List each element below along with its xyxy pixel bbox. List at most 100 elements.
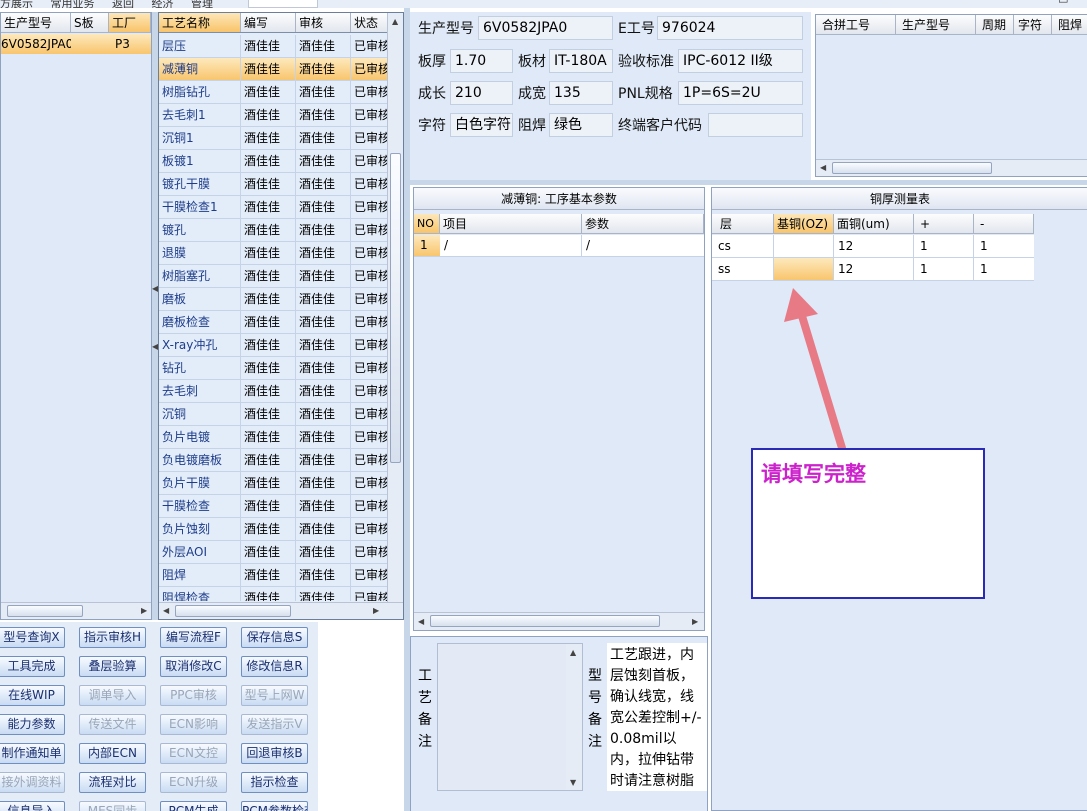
scroll-thumb[interactable] [832,162,992,174]
rollback-review-button[interactable]: 回退审核B [241,743,308,764]
process-row[interactable]: 干膜检查 酒佳佳 酒佳佳 已审核 [159,495,389,518]
length-field[interactable]: 210 [450,81,513,105]
section-splitter[interactable] [410,180,1087,185]
menu-search-box[interactable] [248,0,318,8]
menu-item[interactable]: 管理 [191,0,213,8]
col-writer[interactable]: 编写 [241,13,296,32]
scroll-up-icon[interactable]: ▲ [392,17,398,27]
process-row[interactable]: 磨板 酒佳佳 酒佳佳 已审核 [159,288,389,311]
process-row[interactable]: 负片干膜 酒佳佳 酒佳佳 已审核 [159,472,389,495]
base-copper-cell-active[interactable] [774,258,834,280]
process-row[interactable]: 外层AOI 酒佳佳 酒佳佳 已审核 [159,541,389,564]
col-combine-mask[interactable]: 阻焊 [1052,15,1087,34]
notes-vscroll[interactable]: ▲ ▼ [566,644,582,790]
col-item[interactable]: 项目 [440,214,582,233]
process-row[interactable]: 沉铜 酒佳佳 酒佳佳 已审核 [159,403,389,426]
scroll-right-icon[interactable]: ▶ [373,606,379,616]
process-row[interactable]: 去毛刺 酒佳佳 酒佳佳 已审核 [159,380,389,403]
col-status[interactable]: 状态 [351,13,389,32]
surface-copper-cell[interactable]: 12 [834,258,914,280]
online-wip-button[interactable]: 在线WIP [0,685,65,706]
model-list-hscroll[interactable]: ▶ [1,602,151,619]
scroll-right-icon[interactable]: ▶ [692,617,698,627]
receive-external-data-button[interactable]: 接外调资料 [0,772,65,793]
legend-field[interactable]: 白色字符 [450,113,513,137]
col-plus[interactable]: + [914,214,974,233]
scroll-right-icon[interactable]: ▶ [141,606,147,616]
process-row[interactable]: 负片蚀刻 酒佳佳 酒佳佳 已审核 [159,518,389,541]
minus-cell[interactable]: 1 [974,235,1034,257]
instruction-review-button[interactable]: 指示审核H [79,627,146,648]
menu-item[interactable]: 返回 [112,0,134,8]
pcm-generate-button[interactable]: PCM生成 [160,801,227,811]
surface-copper-cell[interactable]: 12 [834,235,914,257]
col-minus[interactable]: - [974,214,1034,233]
customer-field[interactable] [708,113,803,137]
process-row[interactable]: 板镀1 酒佳佳 酒佳佳 已审核 [159,150,389,173]
internal-ecn-button[interactable]: 内部ECN [79,743,146,764]
cancel-edit-button[interactable]: 取消修改C [160,656,227,677]
params-row[interactable]: 1 / / [414,235,704,257]
process-row[interactable]: 钻孔 酒佳佳 酒佳佳 已审核 [159,357,389,380]
process-row[interactable]: 镀孔干膜 酒佳佳 酒佳佳 已审核 [159,173,389,196]
col-no[interactable]: NO [414,214,440,233]
process-row[interactable]: 树脂塞孔 酒佳佳 酒佳佳 已审核 [159,265,389,288]
send-file-button[interactable]: 传送文件 [79,714,146,735]
stackup-check-button[interactable]: 叠层验算 [79,656,146,677]
process-row[interactable]: 层压 酒佳佳 酒佳佳 已审核 [159,35,389,58]
process-row[interactable]: 负片电镀 酒佳佳 酒佳佳 已审核 [159,426,389,449]
combine-hscroll[interactable]: ◀ [816,159,1087,176]
e-no-field[interactable]: 976024 [657,16,803,40]
standard-field[interactable]: IPC-6012 II级 [678,49,803,73]
base-copper-cell[interactable] [774,235,834,257]
process-row[interactable]: 去毛刺1 酒佳佳 酒佳佳 已审核 [159,104,389,127]
scroll-left-icon[interactable]: ◀ [163,606,169,616]
scroll-thumb[interactable] [7,605,83,617]
copper-row-ss[interactable]: ss 12 1 1 [712,258,1034,281]
menu-item[interactable]: 常用业务 [51,0,95,8]
col-model[interactable]: 生产型号 [1,13,71,32]
save-info-button[interactable]: 保存信息S [241,627,308,648]
menu-item[interactable]: 方展示 [0,0,33,8]
width-field[interactable]: 135 [549,81,613,105]
process-row[interactable]: 减薄铜 酒佳佳 酒佳佳 已审核 [159,58,389,81]
model-field[interactable]: 6V0582JPA0 [478,16,613,40]
menu-item[interactable]: 经济 [152,0,174,8]
material-field[interactable]: IT-180A [549,49,613,73]
process-row[interactable]: 负电镀磨板 酒佳佳 酒佳佳 已审核 [159,449,389,472]
col-combine-legend[interactable]: 字符 [1014,15,1052,34]
process-row[interactable]: X-ray冲孔 酒佳佳 酒佳佳 已审核 [159,334,389,357]
process-row[interactable]: 阻焊 酒佳佳 酒佳佳 已审核 [159,564,389,587]
model-notes-field[interactable]: 工艺跟进，内层蚀刻首板，确认线宽，线宽公差控制+/-0.08mil以内，拉伸钻带… [607,643,707,791]
mask-field[interactable]: 绿色 [549,113,613,137]
plus-cell[interactable]: 1 [914,258,974,280]
col-base-copper[interactable]: 基铜(OZ) [774,214,834,233]
process-row[interactable]: 镀孔 酒佳佳 酒佳佳 已审核 [159,219,389,242]
model-online-button[interactable]: 型号上网W [241,685,308,706]
ecn-upgrade-button[interactable]: ECN升级 [160,772,227,793]
write-flow-button[interactable]: 编写流程F [160,627,227,648]
scroll-left-icon[interactable]: ◀ [820,163,826,173]
scroll-up-icon[interactable]: ▲ [570,648,576,658]
model-row-selected[interactable]: 6V0582JPA0 P3 [1,34,151,54]
pcm-param-check-button[interactable]: PCM参数检查 [241,801,308,811]
minimize-icon[interactable]: - [1034,0,1038,3]
col-layer[interactable]: 层 [712,214,774,233]
col-process-name[interactable]: 工艺名称 [159,13,241,32]
process-vscroll[interactable]: ▲ [387,13,403,603]
process-row[interactable]: 沉铜1 酒佳佳 酒佳佳 已审核 [159,127,389,150]
col-reviewer[interactable]: 审核 [296,13,351,32]
col-combine-no[interactable]: 合拼工号 [816,15,896,34]
ecn-impact-button[interactable]: ECN影响 [160,714,227,735]
tool-complete-button[interactable]: 工具完成 [0,656,65,677]
mes-sync-button[interactable]: MES同步 [79,801,146,811]
pnl-field[interactable]: 1P=6S=2U [678,81,803,105]
modify-info-button[interactable]: 修改信息R [241,656,308,677]
make-notice-button[interactable]: 制作通知单 [0,743,65,764]
col-combine-model[interactable]: 生产型号 [896,15,976,34]
instruction-check-button[interactable]: 指示检查 [241,772,308,793]
flow-compare-button[interactable]: 流程对比 [79,772,146,793]
scroll-left-icon[interactable]: ◀ [418,617,424,627]
scroll-thumb[interactable] [430,615,660,627]
col-combine-cycle[interactable]: 周期 [976,15,1014,34]
